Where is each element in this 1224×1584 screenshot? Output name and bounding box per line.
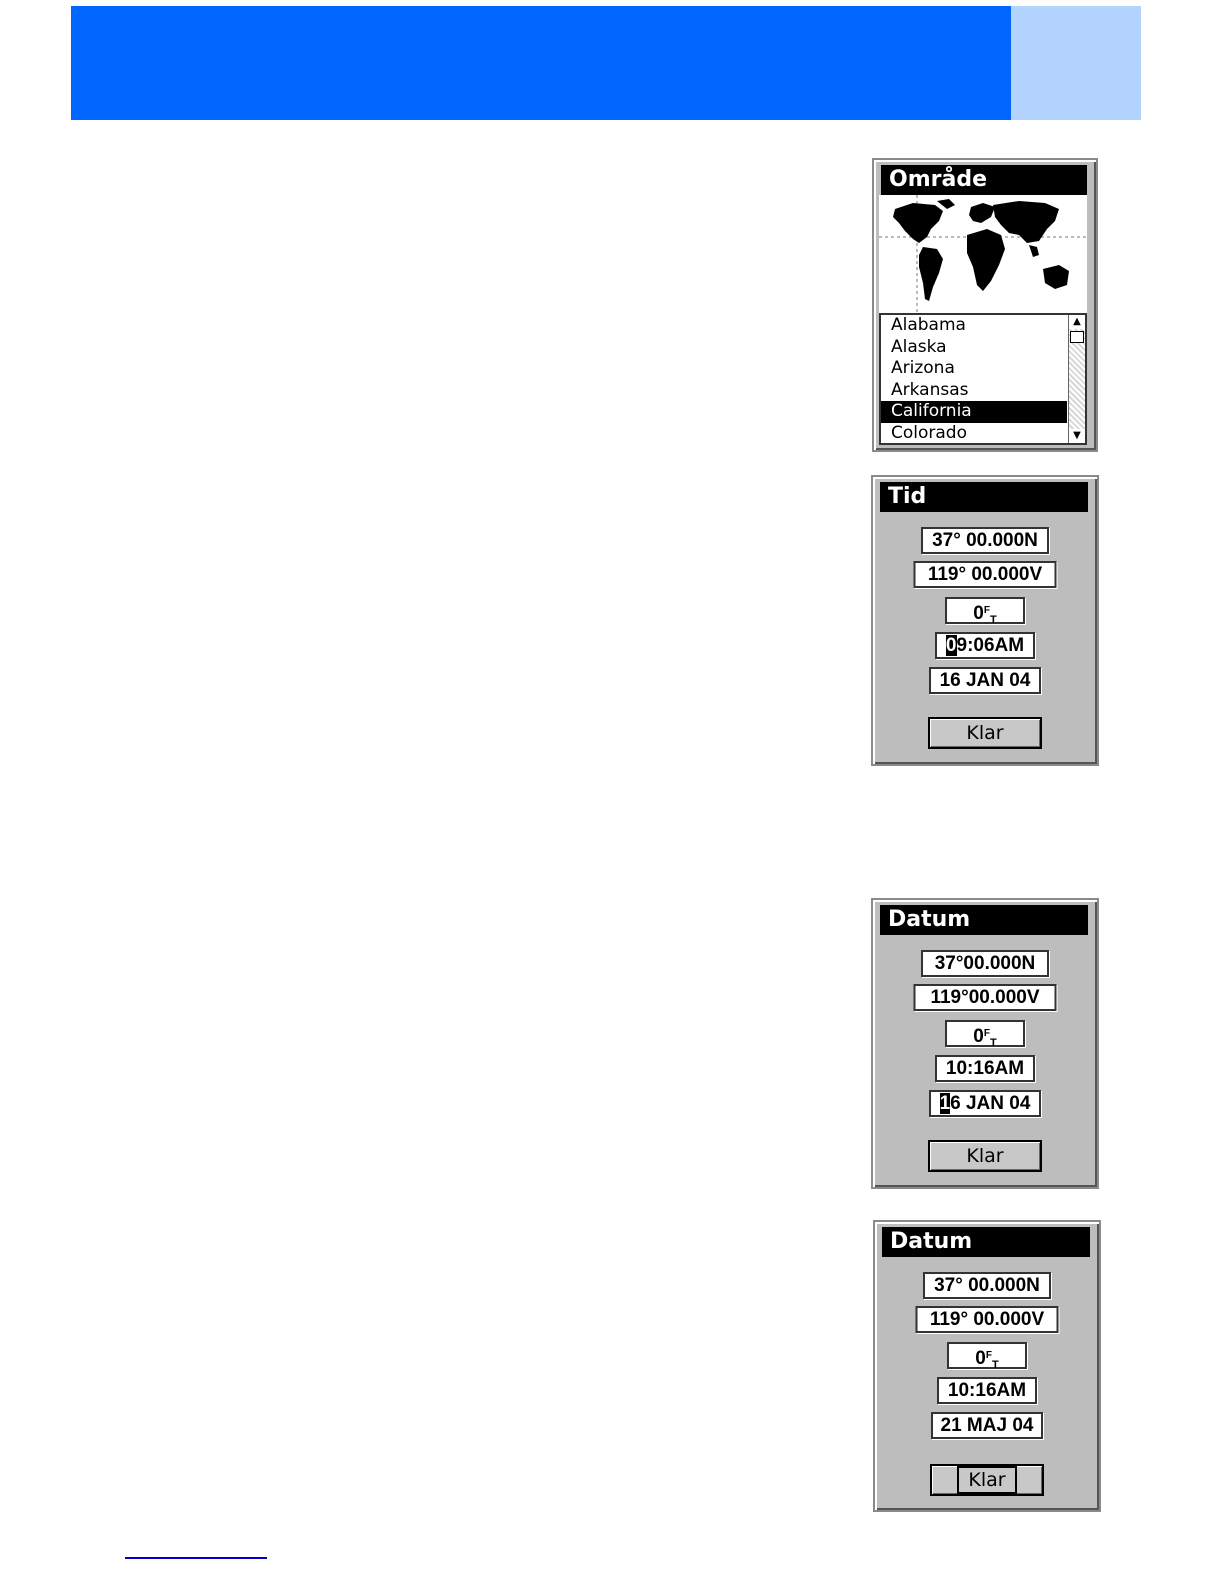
- latitude-value: 37° 00.000N: [932, 530, 1038, 551]
- done-button-label: Klar: [966, 1145, 1004, 1167]
- latitude-field[interactable]: 37° 00.000N: [923, 1272, 1051, 1299]
- list-item[interactable]: Arizona: [881, 358, 1067, 380]
- done-button[interactable]: Klar: [928, 717, 1042, 749]
- time-screen: Tid 37° 00.000N 119° 00.000V 0FT 09:06AM…: [871, 475, 1099, 766]
- area-screen-title: Område: [881, 165, 1087, 195]
- longitude-value: 119° 00.000V: [929, 1309, 1045, 1330]
- date-field[interactable]: 16 JAN 04: [929, 1090, 1041, 1117]
- altitude-value: 0: [975, 1348, 986, 1369]
- header-side-tab: [1011, 6, 1141, 120]
- world-map: [879, 195, 1087, 313]
- world-map-icon: [879, 195, 1087, 313]
- list-item-selected[interactable]: California: [881, 401, 1067, 423]
- list-scrollbar[interactable]: ▲ ▼: [1068, 315, 1085, 443]
- altitude-unit-bottom: T: [991, 1359, 999, 1371]
- list-item[interactable]: Alaska: [881, 337, 1067, 359]
- date-field[interactable]: 21 MAJ 04: [931, 1412, 1043, 1439]
- altitude-field[interactable]: 0FT: [947, 1342, 1027, 1371]
- region-list[interactable]: Alabama Alaska Arizona Arkansas Californ…: [879, 313, 1087, 445]
- time-value: 9:06AM: [956, 635, 1025, 656]
- time-field[interactable]: 10:16AM: [937, 1377, 1037, 1404]
- date-screen-1: Datum 37°00.000N 119°00.000V 0FT 10:16AM…: [871, 898, 1099, 1189]
- scroll-thumb[interactable]: [1070, 331, 1084, 343]
- longitude-field[interactable]: 119° 00.000V: [913, 561, 1057, 588]
- latitude-field[interactable]: 37° 00.000N: [921, 527, 1049, 554]
- date-value: 16 JAN 04: [939, 670, 1031, 691]
- scroll-up-arrow-icon[interactable]: ▲: [1069, 315, 1085, 329]
- time-value: 10:16AM: [945, 1058, 1025, 1079]
- date-field[interactable]: 16 JAN 04: [929, 667, 1041, 694]
- done-button-focused[interactable]: Klar: [930, 1464, 1044, 1496]
- time-field[interactable]: 09:06AM: [935, 632, 1035, 659]
- area-screen: Område Alabama Alaska Arizona Arkansas C…: [872, 158, 1098, 452]
- date-screen-2-title: Datum: [882, 1227, 1090, 1257]
- done-button-label: Klar: [957, 1466, 1017, 1494]
- longitude-value: 119° 00.000V: [927, 564, 1043, 585]
- altitude-value: 0: [973, 1026, 984, 1047]
- date-value: 6 JAN 04: [950, 1093, 1031, 1114]
- altitude-field[interactable]: 0FT: [945, 1020, 1025, 1049]
- altitude-unit-bottom: T: [989, 1037, 997, 1049]
- done-button-label: Klar: [966, 722, 1004, 744]
- latitude-value: 37°00.000N: [934, 953, 1036, 974]
- date-screen-1-title: Datum: [880, 905, 1088, 935]
- header-bar: [71, 6, 1011, 120]
- time-field[interactable]: 10:16AM: [935, 1055, 1035, 1082]
- date-value: 21 MAJ 04: [940, 1415, 1034, 1436]
- altitude-unit-bottom: T: [989, 614, 997, 626]
- longitude-value: 119°00.000V: [930, 987, 1040, 1008]
- time-value: 10:16AM: [947, 1380, 1027, 1401]
- done-button[interactable]: Klar: [928, 1140, 1042, 1172]
- list-item[interactable]: Colorado: [881, 423, 1067, 445]
- altitude-field[interactable]: 0FT: [945, 597, 1025, 626]
- footer-rule: [125, 1557, 267, 1559]
- scroll-down-arrow-icon[interactable]: ▼: [1069, 429, 1085, 443]
- edit-cursor: 1: [939, 1093, 951, 1114]
- latitude-value: 37° 00.000N: [934, 1275, 1040, 1296]
- altitude-value: 0: [973, 603, 984, 624]
- latitude-field[interactable]: 37°00.000N: [921, 950, 1049, 977]
- time-screen-title: Tid: [880, 482, 1088, 512]
- date-screen-2: Datum 37° 00.000N 119° 00.000V 0FT 10:16…: [873, 1220, 1101, 1512]
- longitude-field[interactable]: 119° 00.000V: [915, 1306, 1059, 1333]
- edit-cursor: 0: [945, 635, 957, 656]
- list-item[interactable]: Alabama: [881, 315, 1067, 337]
- longitude-field[interactable]: 119°00.000V: [913, 984, 1057, 1011]
- list-item[interactable]: Arkansas: [881, 380, 1067, 402]
